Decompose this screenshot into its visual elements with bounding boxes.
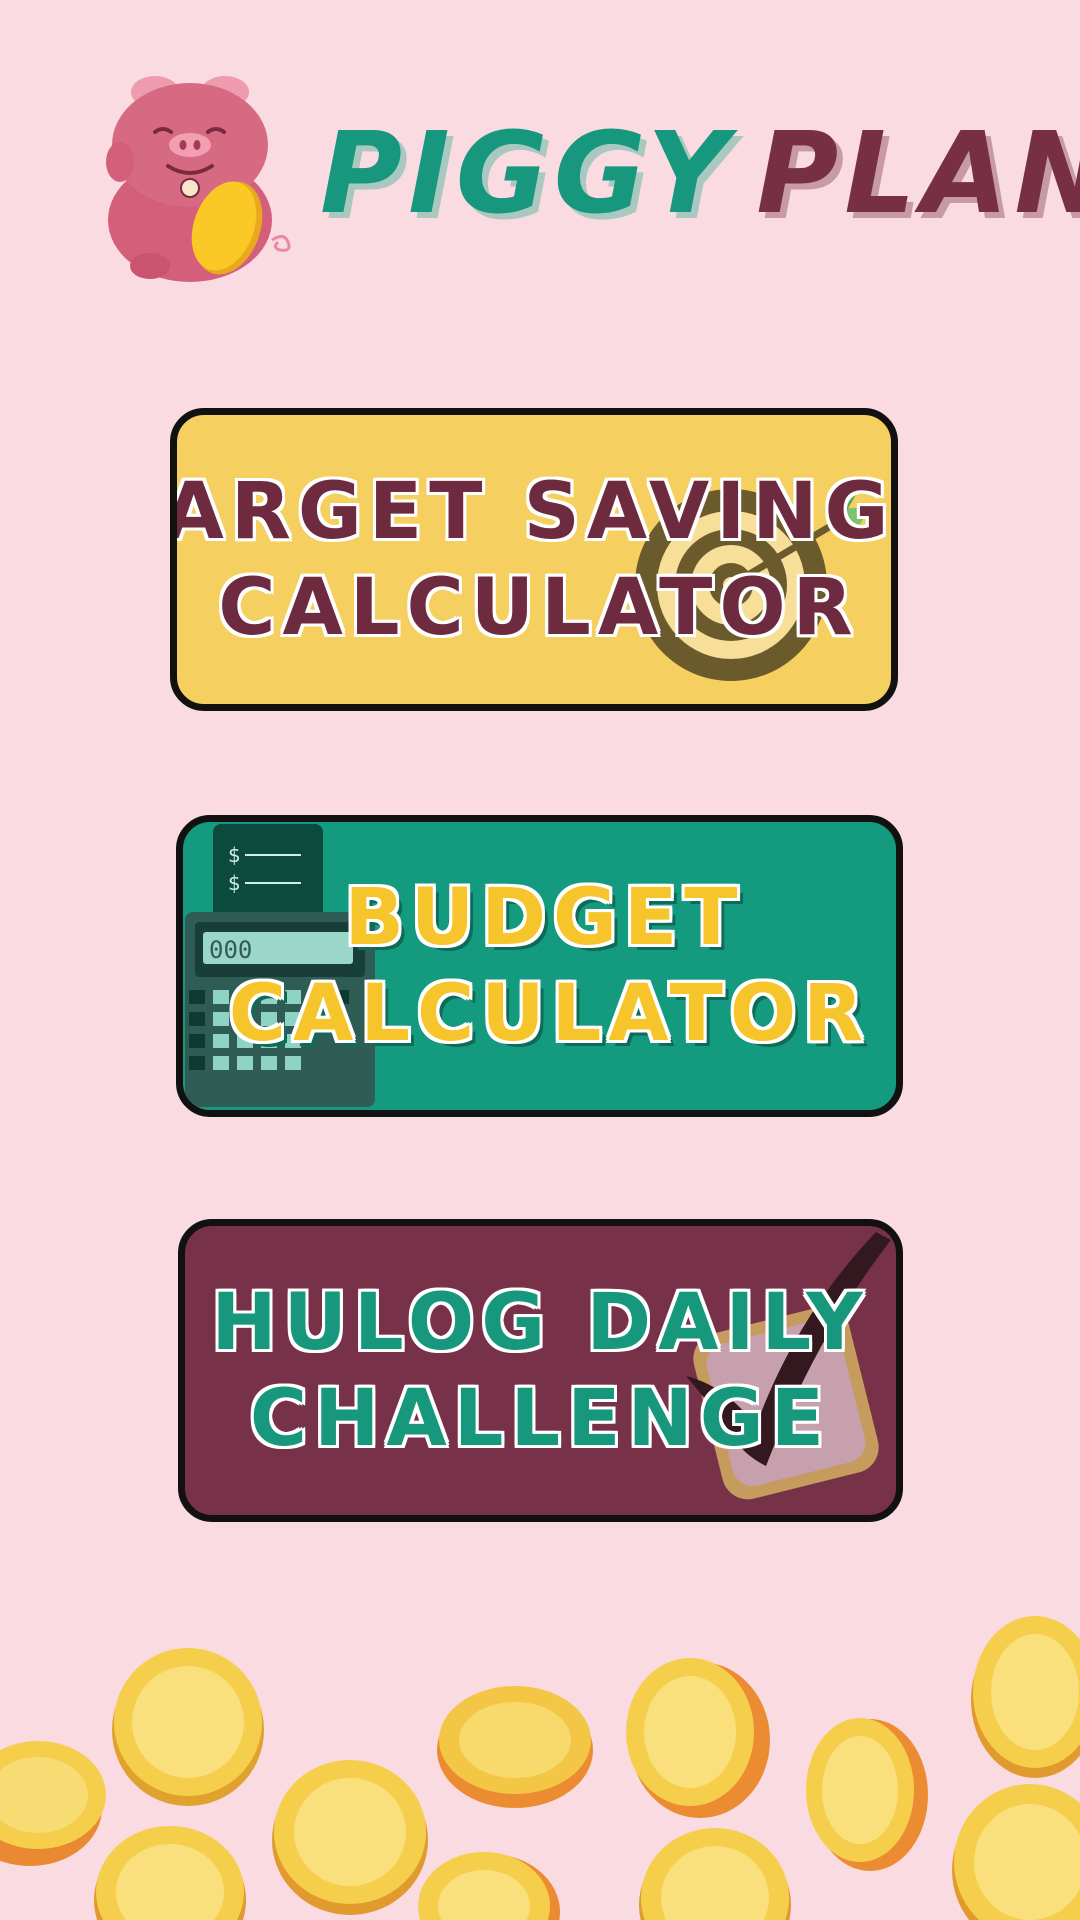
- gold-coin-icon: [639, 1828, 791, 1920]
- target-savings-label-line-2: CALCULATOR: [218, 562, 860, 653]
- gold-coin-icon: [806, 1718, 928, 1871]
- brand-title: PIGGY PLAN: [320, 118, 1080, 230]
- home-screen: PIGGYPLAN TARGET SAVINGS CALCULATOR $ $: [0, 0, 1080, 1920]
- target-savings-label-line-1: TARGET SAVINGS: [170, 466, 896, 557]
- budget-label-line-1: BUDGET: [344, 873, 745, 963]
- hulog-label-line-2: CHALLENGE: [249, 1373, 832, 1464]
- gold-coin-icon: [626, 1658, 770, 1818]
- gold-coin-icon: [418, 1852, 560, 1920]
- gold-coin-icon: [437, 1686, 593, 1808]
- piggy-bank-icon: [106, 76, 291, 282]
- budget-label: BUDGET CALCULATOR: [183, 822, 896, 1110]
- budget-calculator-button[interactable]: $ $ 000 BUDGET CALCULATOR: [176, 815, 903, 1117]
- target-savings-label: TARGET SAVINGS CALCULATOR: [177, 415, 891, 704]
- hulog-label-line-1: HULOG DAILY: [211, 1277, 870, 1368]
- hulog-daily-challenge-button[interactable]: HULOG DAILY CHALLENGE: [178, 1219, 903, 1522]
- budget-label-line-2: CALCULATOR: [228, 969, 871, 1059]
- brand-title-plan: PLAN: [756, 109, 1080, 239]
- gold-coin-icon: [94, 1826, 246, 1920]
- brand-title-piggy: PIGGY: [320, 109, 735, 239]
- hulog-label: HULOG DAILY CHALLENGE: [185, 1226, 896, 1515]
- gold-coin-icon: [0, 1741, 106, 1866]
- gold-coins-decoration: [0, 1616, 1080, 1920]
- gold-coin-icon: [952, 1784, 1080, 1920]
- gold-coin-icon: [112, 1648, 264, 1806]
- target-savings-calculator-button[interactable]: TARGET SAVINGS CALCULATOR: [170, 408, 898, 711]
- app-header: PIGGY PLAN: [100, 70, 1080, 290]
- gold-coin-icon: [272, 1760, 428, 1915]
- gold-coin-icon: [971, 1616, 1080, 1778]
